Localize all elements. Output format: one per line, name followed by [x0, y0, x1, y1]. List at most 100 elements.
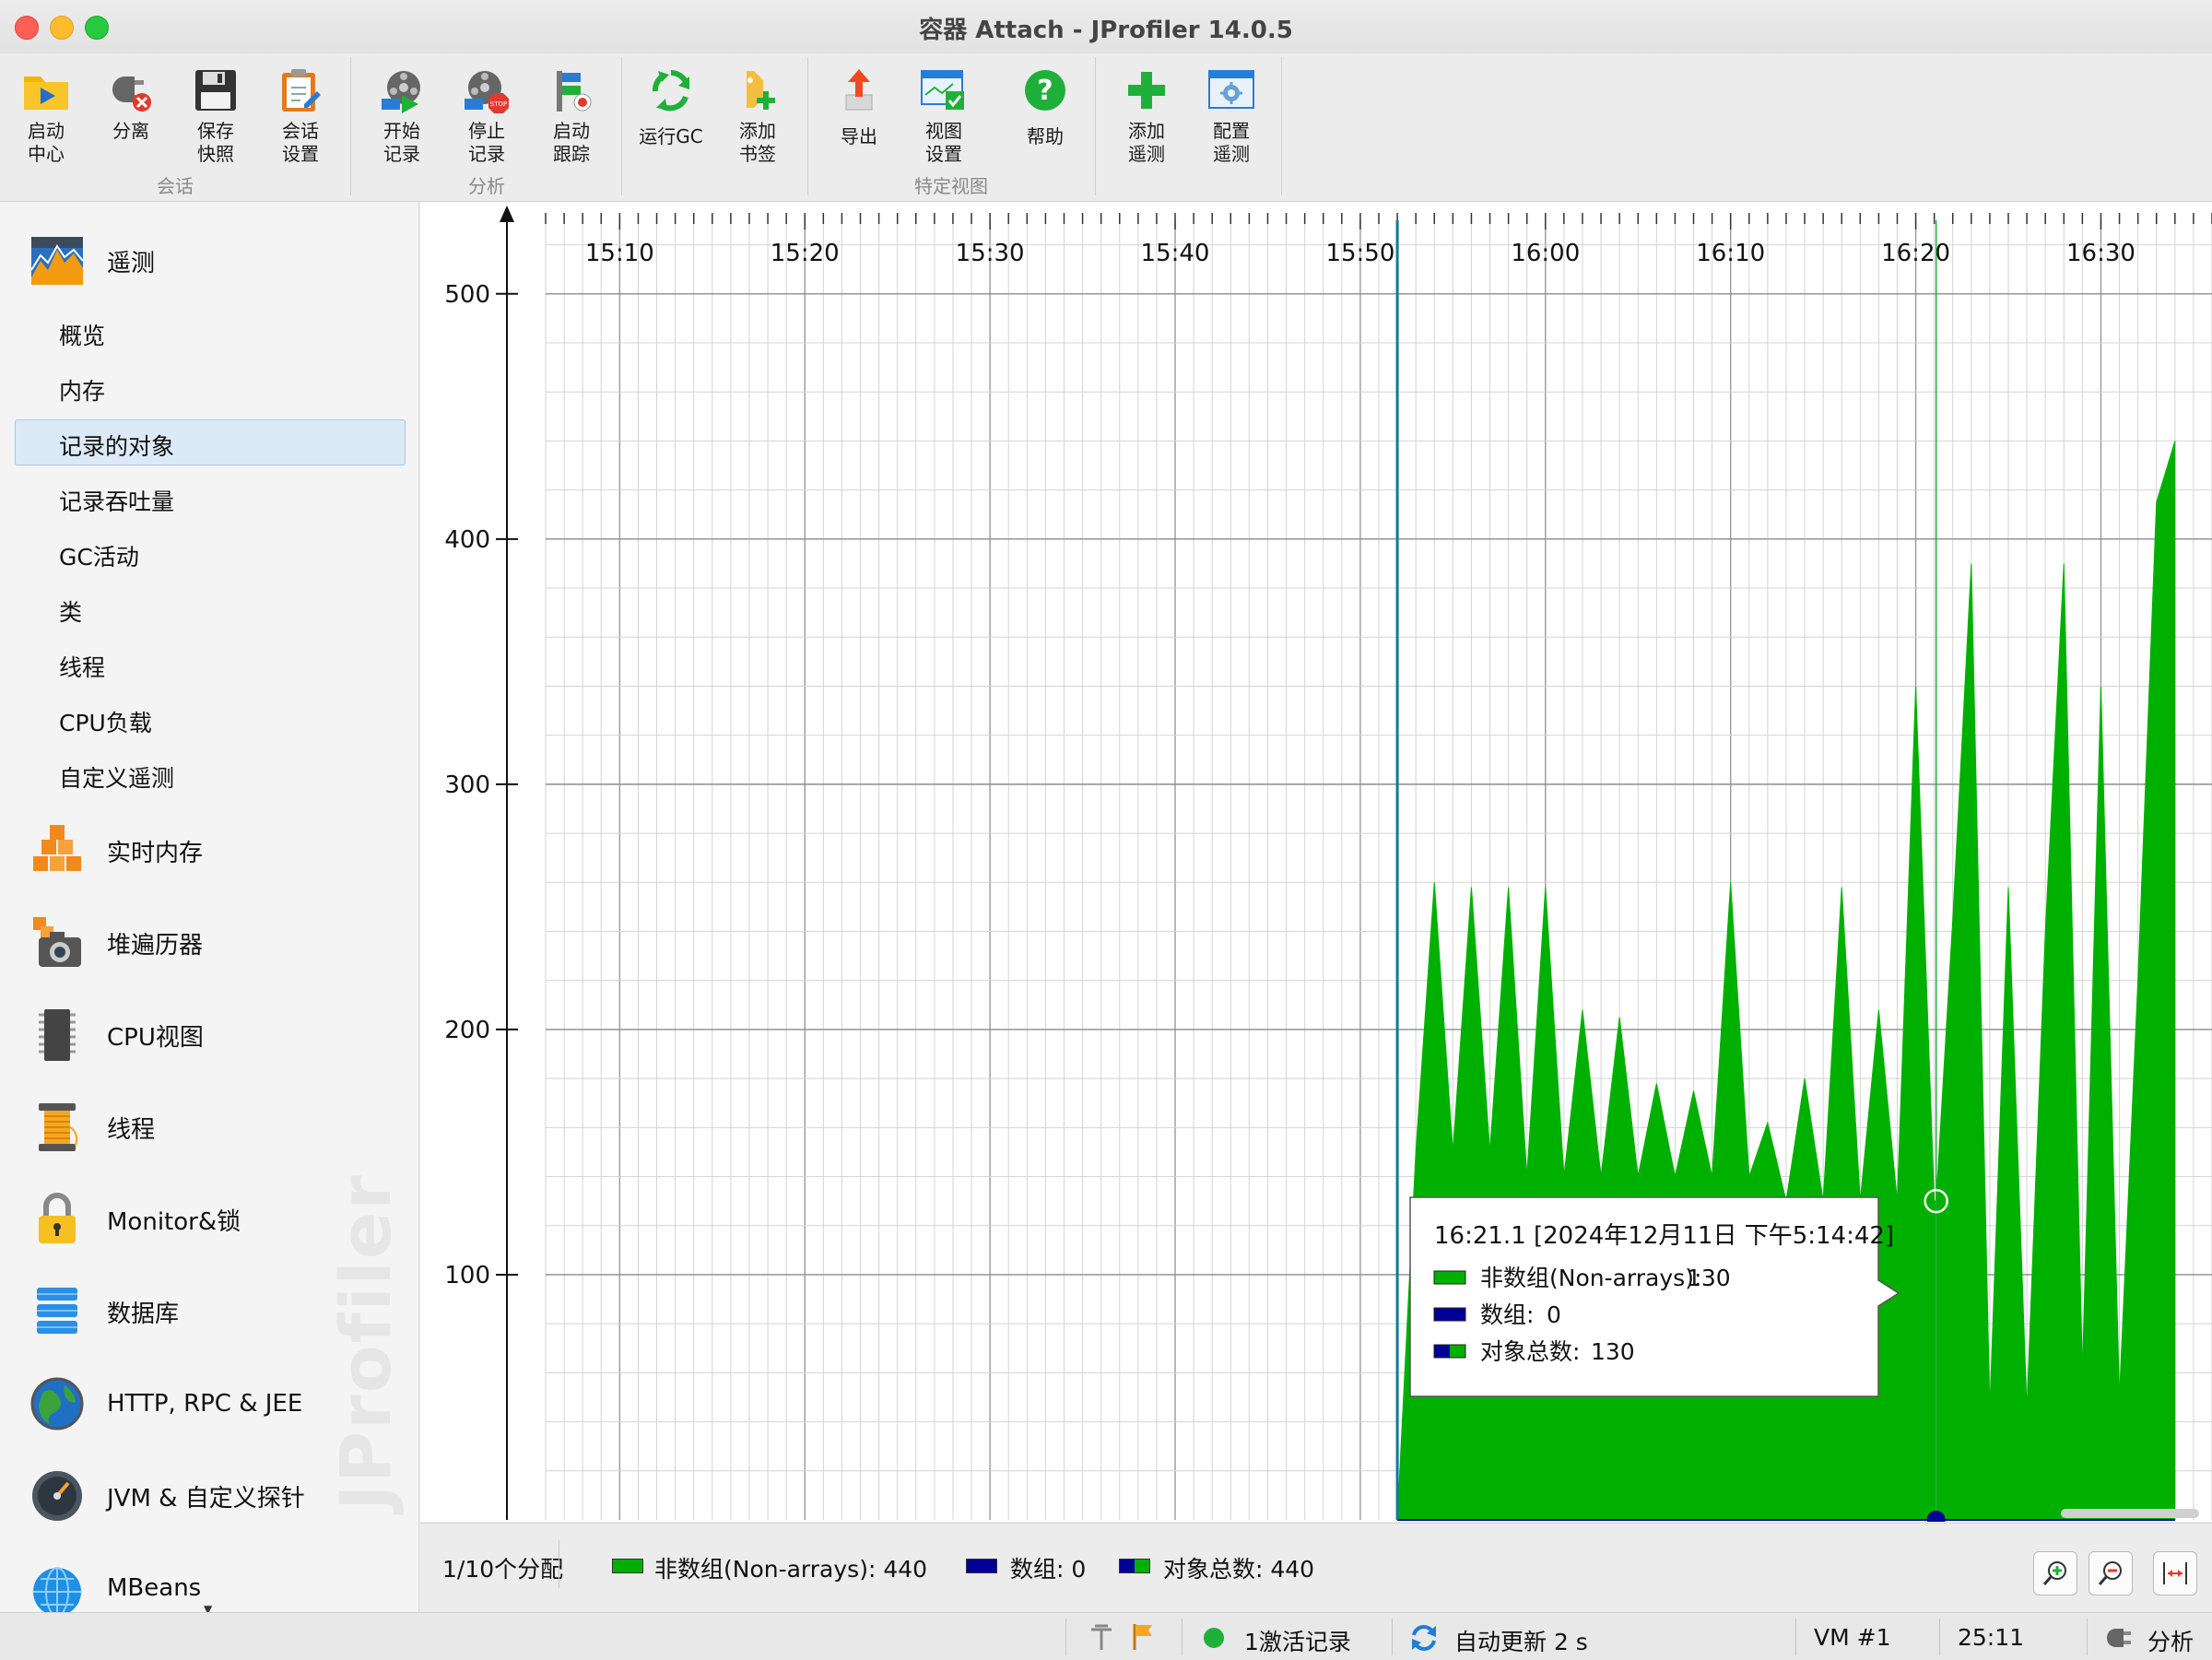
sidebar-item-custom-telemetry[interactable]: 自定义遥测: [59, 760, 174, 794]
svg-text:?: ?: [1037, 75, 1053, 107]
recording-active-icon: [1204, 1628, 1224, 1648]
session-settings-button[interactable]: 会话 设置: [258, 59, 343, 170]
zoom-in-button[interactable]: [2033, 1551, 2077, 1595]
sidebar-section-jvm-probes[interactable]: JVM & 自定义探针: [28, 1459, 305, 1533]
sidebar-section-label: Monitor&锁: [107, 1207, 241, 1236]
collapse-arrow-icon[interactable]: ▼: [204, 1603, 212, 1612]
legend-bar: 1/10个分配 非数组(Non-arrays): 440 数组: 0 对象总数:…: [420, 1523, 2212, 1612]
x-tick-label: 15:20: [771, 240, 840, 267]
sidebar-section-threads[interactable]: 线程: [28, 1090, 155, 1164]
sidebar-item-cpu-load[interactable]: CPU负载: [59, 705, 152, 738]
tooltip-row-value: 130: [1591, 1338, 1635, 1365]
tack-icon[interactable]: [1088, 1622, 1115, 1655]
sidebar-section-label: 堆遍历器: [107, 931, 204, 960]
x-tick-label: 15:10: [585, 240, 654, 267]
stop-recording-button[interactable]: STOP 停止 记录: [444, 59, 529, 170]
sidebar-section-databases[interactable]: 数据库: [28, 1275, 179, 1348]
sidebar-item-recorded-throughput[interactable]: 记录吞吐量: [59, 484, 174, 517]
fit-to-window-button[interactable]: [2153, 1551, 2197, 1595]
cpu-chip-icon: [28, 1006, 87, 1065]
sidebar-item-recorded-objects[interactable]: 记录的对象: [59, 429, 174, 462]
chart-canvas[interactable]: 100 200 300 400 500 15:10 15:20 15:30 15:40 15:50…: [420, 202, 2212, 1529]
main-toolbar: 启动 中心 分离 保存 快照 会话 设置 会话 开始 记录 STOP 停止 记录: [0, 53, 2212, 202]
sidebar-item-threads[interactable]: 线程: [59, 650, 105, 683]
sidebar-section-mbeans[interactable]: MBeans: [28, 1551, 201, 1612]
configure-telemetry-button[interactable]: 配置 遥测: [1189, 59, 1274, 170]
tooltip-row-value: 0: [1547, 1301, 1561, 1328]
floppy-disk-icon: [190, 65, 241, 116]
toolbar-separator: [807, 57, 808, 195]
tooltip-swatch: [1433, 1270, 1466, 1285]
film-reel-stop-icon: STOP: [461, 65, 512, 116]
detach-button[interactable]: 分离: [88, 59, 173, 170]
vm-id-status: VM #1: [1814, 1624, 1891, 1651]
toolbar-separator: [1095, 57, 1096, 195]
title-bar: 容器 Attach - JProfiler 14.0.5: [0, 0, 2212, 54]
tooltip-header: 16:21.1 [2024年12月11日 下午5:14:42]: [1434, 1222, 1894, 1250]
tooltip-row-label: 非数组(Non-arrays):: [1480, 1265, 1701, 1291]
active-recordings-status[interactable]: 1激活记录: [1244, 1624, 1351, 1657]
start-recording-button[interactable]: 开始 记录: [359, 59, 444, 170]
sidebar-section-cpu-views[interactable]: CPU视图: [28, 998, 204, 1072]
y-tick-label: 300: [444, 771, 490, 799]
y-tick-label: 100: [444, 1262, 490, 1289]
toolbar-group-session-label: 会话: [157, 175, 194, 197]
help-icon: ?: [1019, 65, 1071, 116]
x-tick-label: 16:20: [1881, 240, 1950, 267]
sidebar-section-label: CPU视图: [107, 1023, 204, 1052]
configure-telemetry-icon: [1206, 65, 1257, 116]
clipboard-edit-icon: [275, 65, 326, 116]
sidebar-section-label: MBeans: [107, 1574, 202, 1602]
gc-recycle-icon: [645, 65, 697, 116]
sidebar-item-overview[interactable]: 概览: [59, 318, 105, 351]
auto-update-status[interactable]: 自动更新 2 s: [1454, 1624, 1588, 1657]
y-axis-arrow: [500, 206, 514, 222]
y-tick-label: 400: [444, 526, 490, 554]
status-separator: [2087, 1619, 2088, 1655]
legend-swatch-non-arrays: [612, 1559, 643, 1573]
plug-disconnect-icon: [105, 65, 157, 116]
save-snapshot-button[interactable]: 保存 快照: [173, 59, 258, 170]
sidebar-section-telemetry[interactable]: 遥测: [28, 224, 155, 298]
help-button[interactable]: ? 帮助: [1003, 59, 1088, 170]
view-settings-icon: [918, 65, 970, 116]
status-bar: 1激活记录 自动更新 2 s VM #1 25:11 分析: [0, 1612, 2212, 1660]
x-tick-label: 15:40: [1141, 240, 1210, 267]
svg-text:STOP: STOP: [490, 100, 507, 108]
tooltip-swatch: [1433, 1344, 1466, 1359]
start-tracking-button[interactable]: 启动 跟踪: [529, 59, 614, 170]
tooltip-row-value: 130: [1687, 1265, 1731, 1291]
sidebar-item-gc-activity[interactable]: GC活动: [59, 539, 139, 572]
y-tick-label: 500: [444, 281, 490, 309]
legend-non-arrays: 非数组(Non-arrays): 440: [654, 1556, 928, 1583]
export-button[interactable]: 导出: [817, 59, 901, 170]
telemetry-chart-icon: [28, 231, 87, 290]
sidebar-item-classes[interactable]: 类: [59, 595, 82, 628]
elapsed-time-status: 25:11: [1958, 1624, 2025, 1651]
sidebar-item-memory[interactable]: 内存: [59, 373, 105, 406]
film-reel-play-icon: [376, 65, 428, 116]
start-center-button[interactable]: 启动 中心: [4, 59, 88, 170]
add-plus-icon: [1121, 65, 1172, 116]
tooltip-swatch: [1433, 1307, 1466, 1322]
tooltip-row-label: 数组:: [1480, 1301, 1534, 1328]
status-separator: [1392, 1619, 1393, 1655]
sidebar-section-monitors-locks[interactable]: Monitor&锁: [28, 1183, 241, 1256]
flag-icon[interactable]: [1130, 1622, 1158, 1655]
add-telemetry-button[interactable]: 添加 遥测: [1104, 59, 1189, 170]
sidebar-section-live-memory[interactable]: 实时内存: [28, 814, 203, 888]
export-arrow-icon: [833, 65, 885, 116]
zoom-out-button[interactable]: [2088, 1551, 2133, 1595]
run-gc-button[interactable]: 运行GC: [629, 59, 713, 170]
sidebar-section-label: 实时内存: [107, 839, 204, 867]
view-settings-button[interactable]: 视图 设置: [901, 59, 986, 170]
trace-signpost-icon: [546, 65, 597, 116]
sidebar-section-heap-walker[interactable]: 堆遍历器: [28, 906, 203, 980]
zoom-in-icon: [2042, 1561, 2066, 1585]
toolbar-separator: [621, 57, 622, 195]
add-bookmark-button[interactable]: 添加 书签: [715, 59, 800, 170]
sidebar-section-label: 线程: [107, 1115, 156, 1144]
recorded-objects-chart[interactable]: 100 200 300 400 500 15:10 15:20 15:30 15:40 15:50…: [420, 202, 2212, 1529]
globe-icon: [28, 1374, 87, 1433]
sidebar-section-http-rpc-jee[interactable]: HTTP, RPC & JEE: [28, 1367, 302, 1441]
